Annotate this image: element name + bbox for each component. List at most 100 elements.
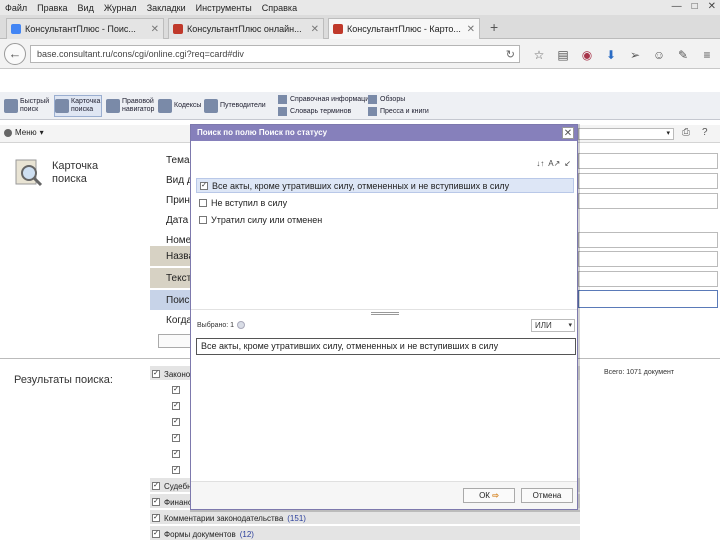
close-icon[interactable]: ✕ — [467, 24, 475, 35]
tree-row-comments[interactable]: Комментарии законодательства (151) — [152, 511, 306, 525]
field-input-title[interactable] — [578, 251, 718, 267]
field-input-issuer[interactable] — [578, 193, 718, 209]
build-list-button[interactable] — [158, 334, 192, 348]
minimize-icon[interactable]: — — [672, 1, 682, 12]
smiley-icon[interactable]: ☺ — [652, 48, 666, 62]
tree-sub-row[interactable] — [172, 383, 180, 396]
guides-button[interactable]: Путеводители — [204, 95, 272, 117]
quick-search-button[interactable]: Быстрый поиск — [4, 95, 52, 117]
field-input-doc-type[interactable] — [578, 173, 718, 189]
legal-navigator-button[interactable]: Правовой навигатор — [106, 95, 158, 117]
menu-dropdown-label: Меню — [15, 128, 37, 137]
checkbox[interactable] — [152, 514, 160, 522]
status-option-all-valid[interactable]: Все акты, кроме утративших силу, отменен… — [196, 178, 574, 193]
dialog-mini-tools: ↓↑ A↗ ↙ — [536, 159, 571, 168]
back-arrow-icon: ← — [8, 46, 22, 61]
reload-icon[interactable]: ↻ — [506, 48, 515, 61]
menu-tools[interactable]: Инструменты — [191, 3, 257, 13]
new-tab-button[interactable]: + — [490, 19, 498, 35]
press-link[interactable]: Пресса и книги — [368, 107, 429, 116]
arrow-right-icon: ⇨ — [492, 491, 499, 500]
maximize-icon[interactable]: □ — [692, 1, 698, 12]
font-increase-icon[interactable]: A↗ — [548, 159, 560, 168]
dialog-divider — [191, 309, 577, 310]
checkbox[interactable] — [152, 482, 160, 490]
checkbox[interactable] — [200, 181, 208, 190]
url-bar[interactable]: base.consultant.ru/cons/cgi/online.cgi?r… — [30, 45, 520, 63]
tree-sub-row[interactable] — [172, 447, 180, 460]
reference-info-link[interactable]: Справочная информация — [278, 95, 373, 104]
close-window-icon[interactable]: ✕ — [708, 1, 716, 12]
font-decrease-icon[interactable]: ↙ — [564, 159, 571, 168]
section-count: (151) — [287, 513, 306, 523]
tree-sub-row[interactable] — [172, 463, 180, 476]
menu-edit[interactable]: Правка — [32, 3, 72, 13]
checkbox[interactable] — [152, 530, 160, 538]
reading-list-icon[interactable]: ▤ — [556, 48, 570, 62]
menu-file[interactable]: Файл — [0, 3, 32, 13]
close-icon[interactable]: ✕ — [151, 24, 159, 35]
selected-values-box[interactable]: Все акты, кроме утративших силу, отменен… — [196, 338, 576, 355]
info-icon[interactable] — [237, 321, 246, 329]
toolbar-label: Обзоры — [380, 96, 406, 103]
bookmark-star-icon[interactable]: ☆ — [532, 48, 546, 62]
codes-button[interactable]: Кодексы — [158, 95, 202, 117]
tree-sub-row[interactable] — [172, 431, 180, 444]
toolbar-label: Карточка поиска — [71, 98, 101, 113]
checkbox[interactable] — [172, 401, 180, 410]
field-input-text[interactable] — [578, 271, 718, 287]
pocket-icon[interactable]: ◉ — [580, 48, 594, 62]
menu-icon — [4, 128, 12, 137]
sort-icon[interactable]: ↓↑ — [536, 159, 544, 168]
checkbox[interactable] — [152, 498, 160, 506]
cancel-button[interactable]: Отмена — [521, 488, 573, 503]
checkbox[interactable] — [152, 370, 160, 378]
dictionary-link[interactable]: Словарь терминов — [278, 107, 351, 116]
close-icon[interactable]: ✕ — [311, 24, 319, 35]
menu-bookmarks[interactable]: Закладки — [142, 3, 191, 13]
tree-sub-row[interactable] — [172, 399, 180, 412]
checkbox[interactable] — [172, 449, 180, 458]
field-input-number[interactable] — [578, 232, 718, 248]
status-option-not-in-force[interactable]: Не вступил в силу — [196, 195, 574, 210]
menu-help[interactable]: Справка — [257, 3, 302, 13]
checkbox[interactable] — [199, 198, 207, 207]
results-label: Результаты поиска: — [14, 374, 113, 386]
back-button[interactable]: ← — [4, 43, 26, 65]
ok-button[interactable]: ОК ⇨ — [463, 488, 515, 503]
field-input-topic[interactable] — [578, 153, 718, 169]
app-toolbar: Быстрый поиск Карточка поиска Правовой н… — [0, 92, 720, 120]
checkbox[interactable] — [172, 417, 180, 426]
reviews-link[interactable]: Обзоры — [368, 95, 405, 104]
pane-splitter[interactable] — [371, 312, 399, 315]
checkbox[interactable] — [172, 433, 180, 442]
search-card-button[interactable]: Карточка поиска — [54, 95, 102, 117]
checkbox[interactable] — [172, 465, 180, 474]
checkbox[interactable] — [199, 215, 207, 224]
download-icon[interactable]: ⬇ — [604, 48, 618, 62]
tab-search[interactable]: КонсультантПлюс - Поис... ✕ — [6, 18, 164, 39]
print-icon[interactable]: ⎙ — [682, 127, 690, 138]
menu-view[interactable]: Вид — [73, 3, 99, 13]
dialog-title: Поиск по полю Поиск по статусу — [191, 125, 577, 141]
send-icon[interactable]: ➢ — [628, 48, 642, 62]
sync-icon[interactable]: ✎ — [676, 48, 690, 62]
close-icon[interactable]: ✕ — [562, 127, 574, 139]
tab-online[interactable]: КонсультантПлюс онлайн... ✕ — [168, 18, 324, 39]
status-option-repealed[interactable]: Утратил силу или отменен — [196, 212, 574, 227]
menu-dropdown[interactable]: Меню ▾ — [4, 128, 44, 137]
ok-label: ОК — [479, 491, 490, 500]
help-icon[interactable]: ? — [702, 127, 708, 138]
hamburger-menu-icon[interactable]: ≡ — [700, 48, 714, 62]
tab-card[interactable]: КонсультантПлюс - Карто... ✕ — [328, 18, 480, 39]
tree-sub-row[interactable] — [172, 415, 180, 428]
press-icon — [368, 107, 377, 116]
logic-select[interactable]: ИЛИ ▾ — [531, 319, 575, 332]
menu-history[interactable]: Журнал — [99, 3, 142, 13]
field-input-status[interactable] — [578, 290, 718, 308]
nav-bar: ← base.consultant.ru/cons/cgi/online.cgi… — [0, 39, 720, 69]
checkbox[interactable] — [172, 385, 180, 394]
search-dropdown[interactable]: ▾ — [578, 128, 674, 140]
tree-row-forms[interactable]: Формы документов (12) — [152, 527, 254, 540]
codes-icon — [158, 99, 172, 113]
